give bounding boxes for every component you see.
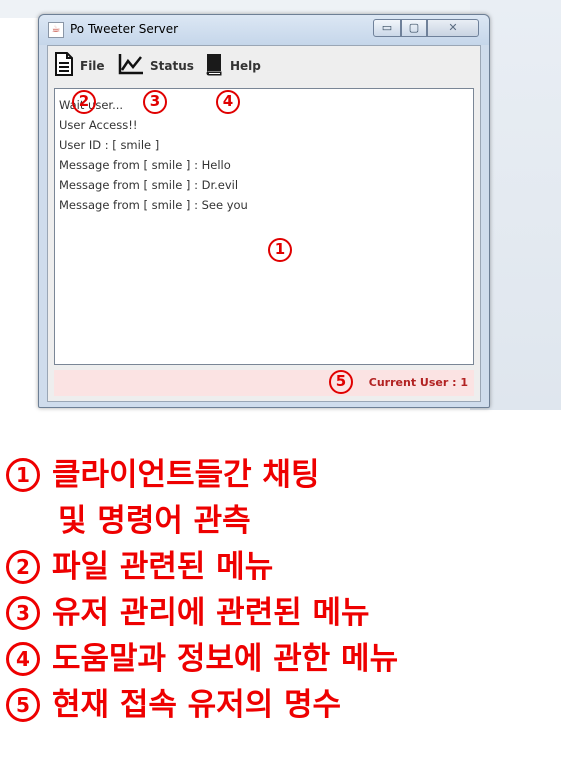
legend-number-3: 3: [6, 596, 40, 630]
legend-text-3: 유저 관리에 관련된 메뉴: [52, 595, 370, 631]
log-line: User ID : [ smile ]: [59, 138, 160, 152]
annotation-4: 4: [216, 90, 240, 114]
legend-number-2: 2: [6, 550, 40, 584]
file-menu[interactable]: File: [54, 52, 105, 80]
annotation-legend: 1 클라이언트들간 채팅 및 명령어 관측 2 파일 관련된 메뉴 3 유저 관…: [6, 452, 556, 728]
annotation-5: 5: [329, 370, 353, 394]
current-user-count: Current User : 1: [368, 376, 468, 389]
help-menu-label: Help: [230, 59, 261, 73]
server-window: ☕ Po Tweeter Server ▭ ▢ ✕ File Status He…: [38, 14, 490, 408]
maximize-button[interactable]: ▢: [401, 19, 427, 37]
title-bar[interactable]: ☕ Po Tweeter Server ▭ ▢ ✕: [39, 15, 489, 45]
legend-item-5: 5 현재 접속 유저의 명수: [6, 682, 556, 728]
legend-item-2: 2 파일 관련된 메뉴: [6, 544, 556, 590]
legend-number-4: 4: [6, 642, 40, 676]
status-menu-label: Status: [150, 59, 194, 73]
legend-text-1: 클라이언트들간 채팅: [52, 457, 320, 493]
document-icon: [54, 52, 74, 80]
legend-item-3: 3 유저 관리에 관련된 메뉴: [6, 590, 556, 636]
annotation-3: 3: [143, 90, 167, 114]
log-line: Wait user...: [59, 98, 124, 112]
status-menu[interactable]: Status: [118, 52, 194, 80]
window-title: Po Tweeter Server: [70, 22, 179, 36]
legend-text-2: 파일 관련된 메뉴: [52, 549, 274, 585]
legend-item-1-continued: 및 명령어 관측: [6, 498, 556, 544]
help-menu[interactable]: Help: [204, 52, 261, 80]
annotation-2: 2: [72, 90, 96, 114]
log-line: User Access!!: [59, 118, 138, 132]
close-button[interactable]: ✕: [427, 19, 479, 37]
log-line: Message from [ smile ] : See you: [59, 198, 248, 212]
annotation-1: 1: [268, 238, 292, 262]
minimize-button[interactable]: ▭: [373, 19, 401, 37]
book-icon: [204, 52, 224, 80]
legend-text-1b: 및 명령어 관측: [58, 503, 251, 539]
client-area: File Status Help Wait user... User Acces…: [47, 45, 481, 402]
legend-number-5: 5: [6, 688, 40, 722]
toolbar: File Status Help: [48, 46, 480, 84]
line-chart-icon: [118, 53, 144, 79]
legend-item-1: 1 클라이언트들간 채팅: [6, 452, 556, 498]
legend-text-5: 현재 접속 유저의 명수: [52, 687, 342, 723]
file-menu-label: File: [80, 59, 105, 73]
legend-text-4: 도움말과 정보에 관한 메뉴: [52, 641, 399, 677]
status-bar: Current User : 1: [54, 370, 474, 396]
java-app-icon: ☕: [48, 22, 64, 38]
legend-number-1: 1: [6, 458, 40, 492]
log-line: Message from [ smile ] : Dr.evil: [59, 178, 239, 192]
log-textarea[interactable]: Wait user... User Access!! User ID : [ s…: [54, 88, 474, 365]
legend-item-4: 4 도움말과 정보에 관한 메뉴: [6, 636, 556, 682]
log-line: Message from [ smile ] : Hello: [59, 158, 231, 172]
